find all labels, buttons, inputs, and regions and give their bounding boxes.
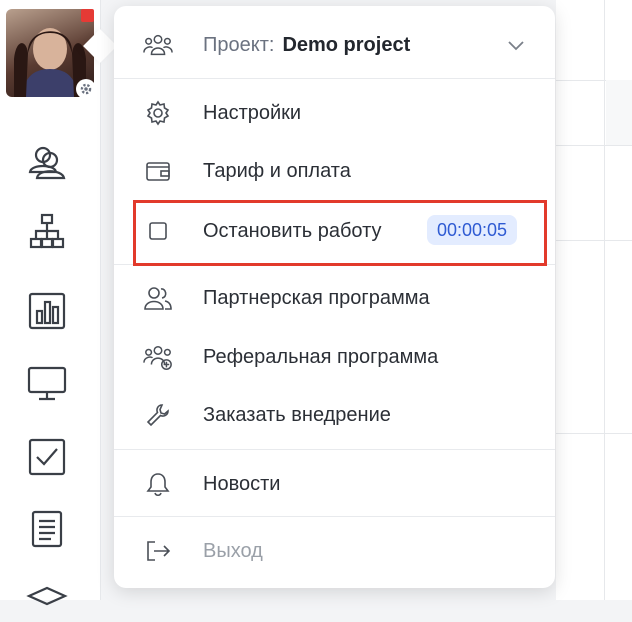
- project-prefix: Проект:: [203, 33, 275, 56]
- project-selector[interactable]: Проект: Demo project: [114, 15, 555, 75]
- menu-divider: [114, 516, 555, 517]
- team-icon: [143, 30, 173, 60]
- profile-menu: Проект: Demo project Настройки Тариф и оп…: [114, 6, 555, 588]
- menu-divider: [114, 78, 555, 79]
- wallet-icon: [143, 156, 173, 186]
- menu-item-order-implementation[interactable]: Заказать внедрение: [114, 386, 555, 444]
- gear-icon: [143, 98, 173, 128]
- logout-icon: [143, 536, 173, 566]
- project-name: Demo project: [282, 33, 411, 56]
- background-divider: [604, 0, 605, 600]
- menu-item-partner-program[interactable]: Партнерская программа: [114, 269, 555, 327]
- menu-item-referral-program[interactable]: Реферальная программа: [114, 328, 555, 386]
- monitor-icon[interactable]: [24, 360, 70, 406]
- menu-item-label: Настройки: [203, 101, 302, 124]
- notification-dot: [81, 9, 94, 22]
- chevron-down-icon[interactable]: [507, 39, 525, 51]
- tasks-icon[interactable]: [24, 434, 70, 480]
- wrench-icon: [143, 400, 173, 430]
- menu-item-label: Партнерская программа: [203, 286, 430, 309]
- referral-icon: [143, 342, 173, 372]
- menu-item-settings[interactable]: Настройки: [114, 84, 555, 142]
- menu-item-label: Новости: [203, 472, 281, 495]
- menu-divider: [114, 449, 555, 450]
- education-icon[interactable]: [24, 576, 70, 622]
- background-cell: [606, 80, 632, 145]
- analytics-icon[interactable]: [24, 288, 70, 334]
- menu-item-billing[interactable]: Тариф и оплата: [114, 142, 555, 200]
- document-icon[interactable]: [24, 506, 70, 552]
- sidebar: [0, 0, 101, 606]
- menu-item-news[interactable]: Новости: [114, 455, 555, 513]
- background-divider: [556, 240, 632, 241]
- background-divider: [556, 145, 632, 146]
- highlight-box: [133, 200, 547, 266]
- menu-item-label: Тариф и оплата: [203, 159, 351, 182]
- menu-item-label: Заказать внедрение: [203, 403, 391, 426]
- structure-icon[interactable]: [24, 208, 70, 254]
- project-label: Проект: Demo project: [203, 34, 410, 57]
- menu-item-logout[interactable]: Выход: [114, 522, 555, 580]
- bell-icon: [143, 469, 173, 499]
- avatar-settings-icon[interactable]: [76, 79, 96, 99]
- menu-item-label: Выход: [203, 539, 263, 562]
- clients-icon[interactable]: [24, 140, 70, 186]
- menu-item-label: Реферальная программа: [203, 345, 439, 368]
- background-divider: [556, 433, 632, 434]
- partners-icon: [143, 283, 173, 313]
